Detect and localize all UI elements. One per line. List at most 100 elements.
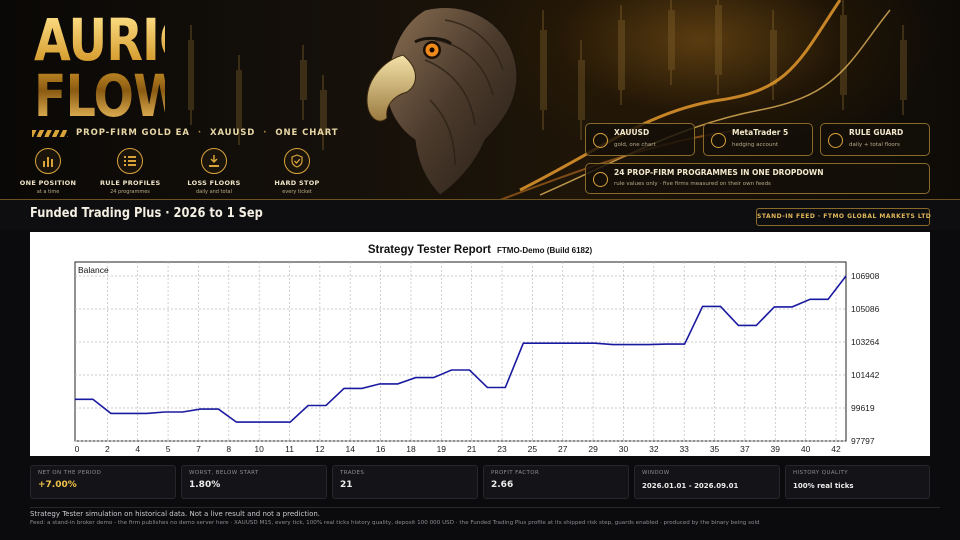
- stat-label: NET ON THE PERIOD: [38, 470, 102, 476]
- stat-value: 1.80%: [189, 480, 221, 490]
- x-tick-label: 39: [771, 444, 781, 454]
- y-tick-label: 101442: [851, 370, 880, 380]
- stat-net: NET ON THE PERIOD +7.00%: [30, 465, 176, 499]
- x-tick-label: 18: [406, 444, 416, 454]
- stat-label: WORST, BELOW START: [189, 470, 259, 476]
- y-tick-label: 97797: [851, 436, 875, 446]
- x-tick-label: 30: [619, 444, 629, 454]
- feature-title: RULE PROFILES: [100, 179, 161, 187]
- feature-hard-stop: HARD STOP every ticket: [267, 148, 327, 195]
- logo-line-2: FLOW: [34, 62, 185, 130]
- chip-subtitle: gold, one chart: [614, 142, 656, 148]
- y-tick-label: 105086: [851, 304, 880, 314]
- stat-value: 2.66: [491, 480, 514, 490]
- stat-trades: TRADES 21: [332, 465, 478, 499]
- feature-loss-floors: LOSS FLOORS daily and total: [184, 148, 244, 195]
- x-tick-label: 40: [801, 444, 811, 454]
- chip-title: RULE GUARD: [849, 128, 904, 137]
- stat-worst: WORST, BELOW START 1.80%: [181, 465, 327, 499]
- x-tick-label: 27: [558, 444, 568, 454]
- x-tick-label: 21: [467, 444, 477, 454]
- x-tick-label: 33: [679, 444, 689, 454]
- shield-check-icon: [284, 148, 310, 174]
- bar-chart-icon: [35, 148, 61, 174]
- chip-title: 24 PROP-FIRM PROGRAMMES IN ONE DROPDOWN: [614, 168, 824, 177]
- tagline-part-3: ONE CHART: [275, 128, 339, 138]
- series-label: Balance: [78, 265, 109, 275]
- strategy-report: Strategy Tester Report FTMO-Demo (Build 6…: [30, 232, 930, 456]
- x-tick-label: 12: [315, 444, 325, 454]
- tagline-separator: ·: [197, 128, 202, 138]
- stat-label: PROFIT FACTOR: [491, 470, 540, 476]
- tagline-part-1: PROP-FIRM GOLD EA: [76, 128, 190, 138]
- eagle-emblem: [366, 6, 518, 196]
- feature-title: LOSS FLOORS: [187, 179, 241, 187]
- tagline-part-2: XAUUSD: [210, 128, 256, 138]
- terminal-icon: [711, 133, 726, 148]
- feature-subtitle: daily and total: [196, 189, 232, 195]
- feature-rule-profiles: RULE PROFILES 24 programmes: [100, 148, 160, 195]
- x-tick-label: 42: [831, 444, 841, 454]
- x-tick-label: 23: [497, 444, 507, 454]
- tagline-separator: ·: [263, 128, 268, 138]
- info-chip-programmes: 24 PROP-FIRM PROGRAMMES IN ONE DROPDOWN …: [585, 163, 930, 194]
- x-tick-label: 2: [105, 444, 110, 454]
- feed-note: Feed: a stand-in broker demo - the firm …: [30, 520, 760, 526]
- stat-value: 2026.01.01 - 2026.09.01: [642, 482, 739, 490]
- divider: [30, 507, 940, 508]
- x-tick-label: 7: [196, 444, 201, 454]
- list-icon: [117, 148, 143, 174]
- x-tick-label: 25: [528, 444, 538, 454]
- feature-title: ONE POSITION: [19, 179, 77, 187]
- gold-icon: [593, 133, 608, 148]
- x-tick-label: 16: [376, 444, 386, 454]
- chip-subtitle: daily + total floors: [849, 142, 900, 148]
- x-tick-label: 14: [346, 444, 356, 454]
- x-tick-label: 4: [135, 444, 140, 454]
- dropdown-icon: [593, 172, 608, 187]
- stat-label: TRADES: [340, 470, 365, 476]
- chip-subtitle: rule values only · five firms measured o…: [614, 181, 771, 187]
- stat-label: HISTORY QUALITY: [793, 470, 849, 476]
- x-tick-label: 5: [166, 444, 171, 454]
- x-tick-label: 11: [285, 444, 294, 454]
- feature-subtitle: 24 programmes: [110, 189, 150, 195]
- hero-banner: AURIC FLOW PROP-FIRM GOLD EA · XAUUSD · …: [0, 0, 960, 200]
- page-title: Funded Trading Plus · 2026 to 1 Sep: [30, 206, 263, 221]
- y-tick-label: 103264: [851, 337, 880, 347]
- chip-subtitle: hedging account: [732, 142, 779, 148]
- floor-icon: [201, 148, 227, 174]
- feature-title: HARD STOP: [274, 179, 320, 187]
- info-chip-symbol: XAUUSD gold, one chart: [585, 123, 695, 156]
- feature-subtitle: every ticket: [282, 189, 312, 195]
- x-tick-label: 35: [710, 444, 720, 454]
- stripes-icon: [32, 129, 68, 137]
- disclaimer: Strategy Tester simulation on historical…: [30, 510, 321, 518]
- logo-line-1: AURIC: [34, 6, 194, 74]
- x-tick-label: 19: [437, 444, 447, 454]
- feed-badge: STAND-IN FEED · FTMO GLOBAL MARKETS LTD: [756, 208, 931, 226]
- x-tick-label: 29: [588, 444, 598, 454]
- stat-value: 21: [340, 480, 353, 490]
- y-tick-label: 99619: [851, 403, 875, 413]
- stat-history-quality: HISTORY QUALITY 100% real ticks: [785, 465, 930, 499]
- x-tick-label: 37: [740, 444, 750, 454]
- x-tick-label: 8: [226, 444, 231, 454]
- chip-title: XAUUSD: [614, 128, 650, 137]
- brand-tagline: PROP-FIRM GOLD EA · XAUUSD · ONE CHART: [32, 128, 339, 138]
- info-chip-platform: MetaTrader 5 hedging account: [703, 123, 813, 156]
- stat-label: WINDOW: [642, 470, 670, 476]
- feature-one-position: ONE POSITION at a time: [18, 148, 78, 195]
- page: AURIC FLOW PROP-FIRM GOLD EA · XAUUSD · …: [0, 0, 960, 540]
- feature-subtitle: at a time: [36, 189, 60, 195]
- stat-profit-factor: PROFIT FACTOR 2.66: [483, 465, 629, 499]
- balance-chart: 10690810508610326410144299619977970 2 4 5 7 8…: [74, 261, 880, 454]
- x-tick-label: 10: [254, 444, 264, 454]
- x-tick-label: 0: [75, 444, 80, 454]
- x-tick-label: 32: [649, 444, 659, 454]
- stat-window: WINDOW 2026.01.01 - 2026.09.01: [634, 465, 780, 499]
- info-chip-rule-guard: RULE GUARD daily + total floors: [820, 123, 930, 156]
- chip-title: MetaTrader 5: [732, 128, 789, 137]
- stat-value: +7.00%: [38, 480, 77, 490]
- brand-logo: AURIC FLOW: [34, 12, 165, 124]
